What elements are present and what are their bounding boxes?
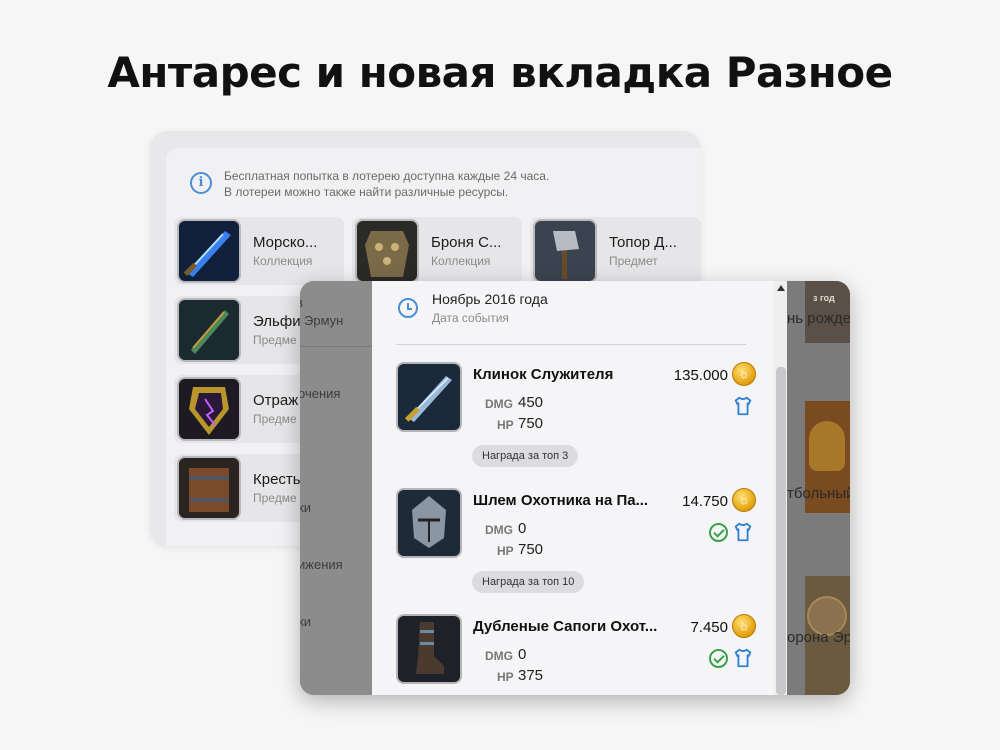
check-icon <box>709 649 728 668</box>
dim-text: ижения <box>300 557 343 572</box>
info-line-2: В лотереи можно также найти различные ре… <box>224 185 509 199</box>
divider <box>300 346 372 347</box>
dim-text: Эрмун <box>304 313 344 328</box>
dim-text: тбольный <box>787 485 850 502</box>
item-card[interactable]: Морско... Коллекция <box>174 217 344 285</box>
hp-value: 750 <box>518 541 544 558</box>
dimmed-right-column: з год нь рожде тбольный орона Эр <box>787 281 850 695</box>
item-type: Предмет <box>609 254 658 268</box>
dim-text: нь рожде <box>787 310 850 327</box>
item-type: Предме <box>253 412 297 426</box>
dim-text: орона Эр <box>787 629 850 646</box>
crossbow-shield-icon <box>177 456 241 520</box>
dim-text: з год <box>813 293 835 303</box>
reward-item[interactable]: Шлем Охотника на Па... 14.750 ☼ DMG 0 HP… <box>396 488 756 608</box>
dmg-value: 0 <box>518 646 527 663</box>
dmg-value: 450 <box>518 394 544 411</box>
axe-icon <box>533 219 597 283</box>
trophy-icon <box>809 421 845 471</box>
event-date: Ноябрь 2016 года <box>432 291 548 307</box>
item-name: Топор Д... <box>609 234 677 251</box>
divider <box>396 344 746 345</box>
front-window: в Эрмун очения ки ижения ки Ноябрь 2016 … <box>300 281 850 695</box>
info-notice: i Бесплатная попытка в лотерею доступна … <box>190 168 549 200</box>
event-date-label: Дата события <box>432 311 509 325</box>
dim-text: ки <box>300 614 311 629</box>
event-date-row: Ноябрь 2016 года Дата события <box>398 291 548 325</box>
blade-icon <box>396 362 462 432</box>
reward-price: 7.450 <box>690 619 728 636</box>
hp-label: HP <box>497 418 514 432</box>
reward-badge: Награда за топ 3 <box>472 445 579 467</box>
shirt-icon[interactable] <box>732 521 754 543</box>
helmet-icon <box>396 488 462 558</box>
boots-icon <box>396 614 462 684</box>
armor-icon <box>355 219 419 283</box>
item-name: Броня С... <box>431 234 502 251</box>
coin-icon: ☼ <box>732 362 756 386</box>
scroll-thumb[interactable] <box>776 367 786 695</box>
item-type: Предме <box>253 333 297 347</box>
item-name: Эльфи <box>253 313 301 330</box>
info-line-1: Бесплатная попытка в лотерею доступна ка… <box>224 169 550 183</box>
item-name: Морско... <box>253 234 318 251</box>
reward-name: Дубленые Сапоги Охот... <box>473 618 658 635</box>
item-type: Коллекция <box>253 254 313 268</box>
blue-sword-icon <box>177 219 241 283</box>
item-type: Предме <box>253 491 297 505</box>
hp-label: HP <box>497 544 514 558</box>
dmg-label: DMG <box>485 397 513 411</box>
hp-value: 750 <box>518 415 544 432</box>
dim-text: в <box>300 295 303 310</box>
coin-icon: ☼ <box>732 488 756 512</box>
dim-text: очения <box>300 386 341 401</box>
shirt-icon[interactable] <box>732 395 754 417</box>
item-name: Отраж <box>253 392 299 409</box>
item-card[interactable]: Броня С... Коллекция <box>352 217 522 285</box>
reward-item[interactable]: Дубленые Сапоги Охот... 7.450 ☼ DMG 0 HP… <box>396 614 756 695</box>
dmg-value: 0 <box>518 520 527 537</box>
coin-icon: ☼ <box>732 614 756 638</box>
item-card[interactable]: Топор Д... Предмет <box>530 217 701 285</box>
green-sword-icon <box>177 298 241 362</box>
dimmed-sidebar: в Эрмун очения ки ижения ки <box>300 281 372 695</box>
reward-name: Клинок Служителя <box>473 366 614 383</box>
dmg-label: DMG <box>485 649 513 663</box>
hp-label: HP <box>497 670 514 684</box>
reward-price: 135.000 <box>673 367 728 384</box>
dmg-label: DMG <box>485 523 513 537</box>
item-type: Коллекция <box>431 254 491 268</box>
info-icon: i <box>190 172 212 194</box>
check-icon <box>709 523 728 542</box>
shield-icon <box>177 377 241 441</box>
reward-item[interactable]: Клинок Служителя 135.000 ☼ DMG 450 HP 75… <box>396 362 756 482</box>
scroll-up-arrow-icon[interactable] <box>777 285 785 291</box>
page-title: Антарес и новая вкладка Разное <box>107 48 893 97</box>
reward-name: Шлем Охотника на Па... <box>473 492 649 509</box>
reward-price: 14.750 <box>682 493 728 510</box>
reward-badge: Награда за топ 10 <box>472 571 585 593</box>
dim-text: ки <box>300 500 311 515</box>
hp-value: 375 <box>518 667 544 684</box>
event-popup[interactable]: Ноябрь 2016 года Дата события Клинок Слу… <box>372 281 787 695</box>
scrollbar[interactable] <box>774 281 787 695</box>
shirt-icon[interactable] <box>732 647 754 669</box>
item-name: Кресть <box>253 471 301 488</box>
clock-icon <box>398 298 418 318</box>
